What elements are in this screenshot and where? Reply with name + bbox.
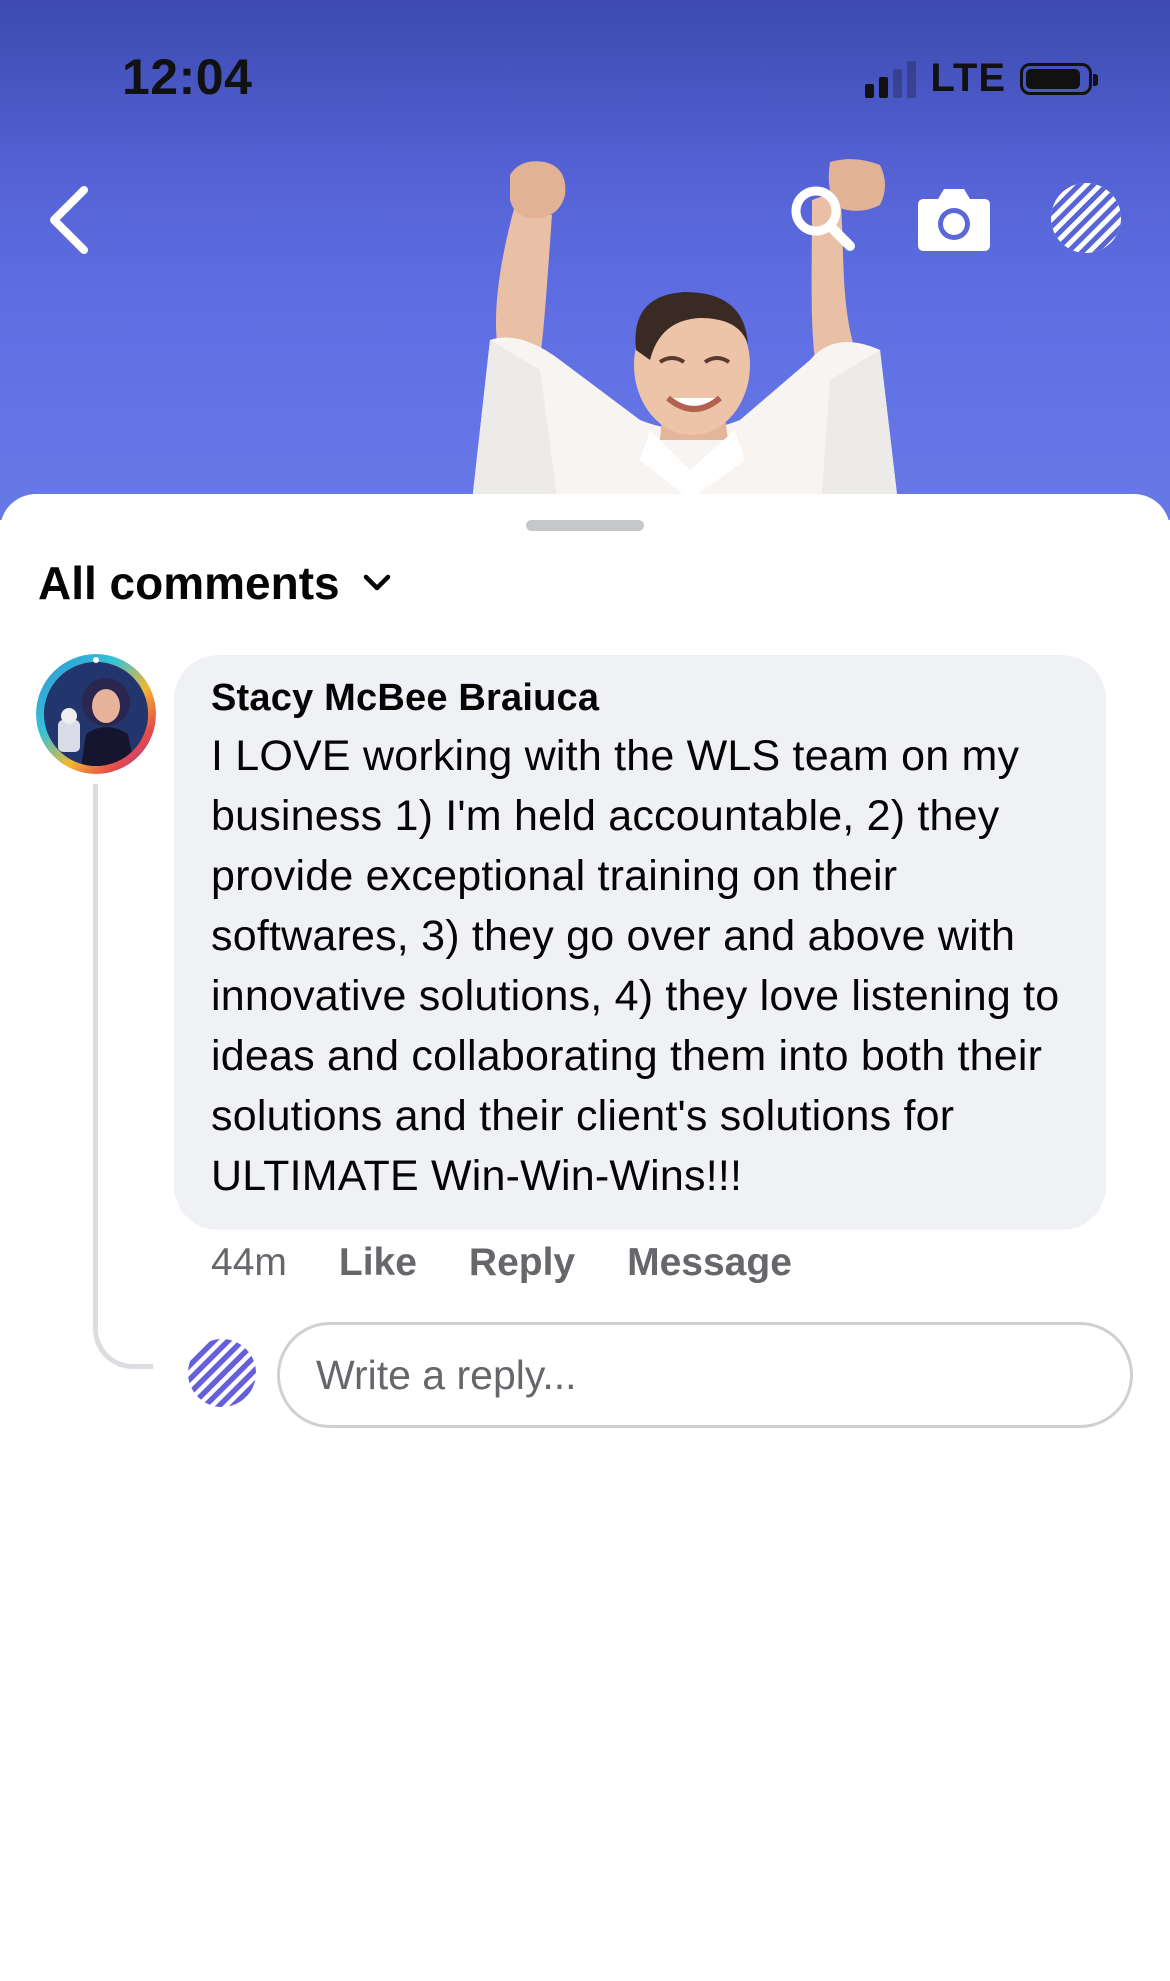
back-button[interactable] [40,180,100,260]
comments-filter-dropdown[interactable]: All comments [38,556,392,610]
striped-avatar-icon [188,1339,256,1407]
comment-text: I LOVE working with the WLS team on my b… [211,732,1060,1200]
comment-actions: 44m Like Reply Message [211,1241,844,1285]
commenter-photo [36,654,156,774]
comments-screen: 12:04 LTE All comments Stacy McBee Braiu… [0,0,1170,1981]
current-user-avatar [186,1337,258,1409]
comment-bubble[interactable]: Stacy McBee Braiuca I LOVE working with … [174,655,1106,1230]
comments-filter-label: All comments [38,557,340,609]
reply-button[interactable]: Reply [469,1241,575,1285]
battery-level [1026,68,1080,89]
comment-author-name[interactable]: Stacy McBee Braiuca [211,677,1074,720]
reply-input[interactable]: Write a reply... [277,1322,1133,1428]
profile-button[interactable] [1049,181,1123,260]
camera-button[interactable] [916,183,992,258]
search-icon [791,186,855,251]
network-type: LTE [930,56,1006,100]
comments-sheet: All comments Stacy McBee Braiuca I LOVE … [0,494,1170,1981]
chevron-left-icon [50,186,88,254]
battery-icon [1020,62,1098,95]
like-button[interactable]: Like [339,1241,417,1285]
message-button[interactable]: Message [627,1241,792,1285]
chevron-down-icon [363,574,390,591]
thread-connector-line [93,784,153,1369]
status-indicators: LTE [865,56,1098,101]
signal-strength-icon [865,60,917,98]
camera-icon [918,189,990,251]
status-time: 12:04 [122,49,253,105]
comment-timestamp[interactable]: 44m [211,1241,287,1285]
commenter-avatar[interactable] [36,654,156,774]
search-button[interactable] [788,183,858,260]
reply-input-placeholder: Write a reply... [316,1351,577,1398]
sheet-drag-handle[interactable] [526,520,644,531]
striped-avatar-icon [1051,183,1121,253]
